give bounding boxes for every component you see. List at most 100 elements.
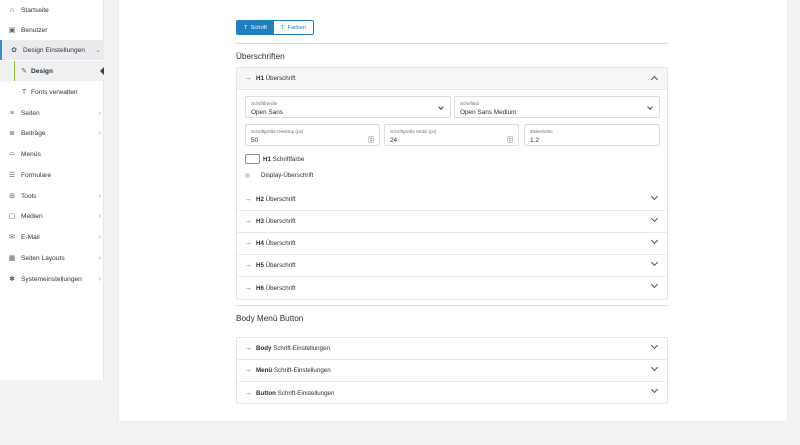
line-height-input[interactable]: Zeilenhöhe 1.2 <box>524 124 660 146</box>
sidebar-item-menues[interactable]: ⌓ Menüs <box>0 144 104 164</box>
layout-icon: ▦ <box>8 255 16 262</box>
font-color-label: H1 Schriftfarbe <box>263 156 305 163</box>
sidebar-item-medien[interactable]: ▢ Medien › <box>0 206 104 226</box>
accordion-header-menu[interactable]: → Menü Schrift-Einstellungen <box>237 360 667 382</box>
gear-icon: ✱ <box>9 276 15 283</box>
sidebar-item-startseite[interactable]: ⌂ Startseite <box>0 0 104 20</box>
accordion-header-h2[interactable]: → H2 Überschrift <box>237 189 667 211</box>
accordion-header-h3[interactable]: → H3 Überschrift <box>237 211 667 233</box>
number-stepper-icon[interactable]: ▴ ▾ <box>507 136 513 143</box>
chevron-down-icon <box>650 363 659 372</box>
sidebar-subitem-design[interactable]: ✎ Design <box>0 61 104 81</box>
tab-label: Schrift <box>250 24 267 31</box>
number-stepper-icon[interactable]: ▴ ▾ <box>368 136 374 143</box>
accordion-header-h4[interactable]: → H4 Überschrift <box>237 233 667 255</box>
arrow-right-icon: → <box>245 262 252 269</box>
sidebar-item-label: Design <box>31 67 53 75</box>
arrow-right-icon: → <box>245 389 252 397</box>
sidebar-item-label: Beiträge <box>21 129 46 137</box>
sidebar-item-seiten-layouts[interactable]: ▦ Seiten Layouts › <box>0 248 104 268</box>
accordion-header-h5[interactable]: → H5 Überschrift <box>237 255 667 277</box>
tab-schrift[interactable]: T Schrift <box>237 21 274 34</box>
form-icon: ☰ <box>8 172 16 179</box>
accordion-label: H1 Überschrift <box>256 75 296 82</box>
pages-icon: ≡ <box>9 109 15 117</box>
accordion-header-button[interactable]: → Button Schrift-Einstellungen <box>237 382 667 404</box>
sidebar-item-tools[interactable]: ⊞ Tools › <box>0 186 104 206</box>
chevron-down-icon <box>438 104 444 110</box>
brush-icon: ✎ <box>21 68 27 75</box>
font-size-mobile-input[interactable]: Schriftgröße Mobil (px) 24 ▴ ▾ <box>384 124 519 146</box>
active-caret-icon <box>100 67 104 75</box>
body-accordion: → Body Schrift-Einstellungen → Menü Schr… <box>236 337 668 404</box>
sidebar-item-benutzer[interactable]: ▣ Benutzer <box>0 20 104 40</box>
chevron-right-icon: › <box>98 233 101 241</box>
sidebar: ⌂ Startseite ▣ Benutzer ✿ Design Einstel… <box>0 0 104 380</box>
tab-label: Farben <box>287 24 306 31</box>
accordion-header-body[interactable]: → Body Schrift-Einstellungen <box>237 338 667 360</box>
menu-icon: ⌓ <box>9 150 15 157</box>
section-title-headings: Überschriften <box>236 52 285 61</box>
arrow-right-icon: → <box>245 345 252 352</box>
accordion-label: H6 Überschrift <box>256 284 296 292</box>
field-value: 50 <box>251 137 259 144</box>
chevron-down-icon <box>650 214 659 223</box>
font-color-swatch[interactable] <box>245 154 260 164</box>
accordion-header-h1[interactable]: → H1 Überschrift <box>237 68 667 90</box>
field-value: 1.2 <box>530 137 539 144</box>
accordion-label: H5 Überschrift <box>256 262 296 269</box>
sidebar-item-seiten[interactable]: ≡ Seiten › <box>0 103 104 123</box>
font-family-select[interactable]: Schriftfamilie Open Sans <box>245 96 451 118</box>
section-title-body-menu-button: Body Menü Button <box>236 314 304 323</box>
accordion-label: H2 Überschrift <box>256 196 296 203</box>
sidebar-item-formulare[interactable]: ☰ Formulare <box>0 165 104 185</box>
chevron-right-icon: › <box>98 192 101 200</box>
tab-group: T Schrift T Farben <box>236 20 314 35</box>
font-icon: T <box>244 24 248 31</box>
sidebar-item-beitraege[interactable]: ≣ Beiträge › <box>0 123 104 143</box>
sidebar-item-label: Fonts verwalten <box>31 88 78 96</box>
accordion-label: Button Schrift-Einstellungen <box>256 389 335 397</box>
field-label: Schriftstil <box>460 101 479 106</box>
chevron-down-icon <box>650 385 659 394</box>
palette-icon: ✿ <box>11 47 17 54</box>
sidebar-item-label: E-Mail <box>21 233 40 241</box>
sidebar-subitem-fonts-verwalten[interactable]: T Fonts verwalten <box>0 82 104 102</box>
chevron-up-icon <box>650 75 659 84</box>
chevron-right-icon: › <box>98 254 101 262</box>
accordion-label: H3 Überschrift <box>256 218 296 225</box>
chevron-down-icon <box>650 341 659 350</box>
chevron-down-icon <box>650 236 659 245</box>
home-icon: ⌂ <box>9 6 15 14</box>
chevron-down-icon <box>650 280 659 289</box>
field-label: Zeilenhöhe <box>530 129 553 134</box>
accordion-header-h6[interactable]: → H6 Überschrift <box>237 277 667 299</box>
sidebar-item-email[interactable]: ✉ E-Mail › <box>0 227 104 247</box>
accordion-label: H4 Überschrift <box>256 240 296 247</box>
arrow-right-icon: → <box>245 196 252 203</box>
field-value: Open Sans <box>251 109 283 116</box>
font-size-desktop-input[interactable]: Schriftgröße Desktop (px) 50 ▴ ▾ <box>245 124 380 146</box>
sidebar-item-label: Medien <box>21 212 43 220</box>
sidebar-item-label: Design Einstellungen <box>23 46 85 54</box>
sidebar-item-design-einstellungen[interactable]: ✿ Design Einstellungen ⌄ <box>0 40 104 60</box>
accordion-label: Body Schrift-Einstellungen <box>256 345 330 352</box>
display-heading-radio[interactable] <box>245 173 250 178</box>
arrow-right-icon: → <box>245 218 252 225</box>
sidebar-item-systemeinstellungen[interactable]: ✱ Systemeinstellungen › <box>0 269 104 289</box>
tools-icon: ⊞ <box>9 193 15 200</box>
chevron-right-icon: › <box>98 212 101 220</box>
font-style-select[interactable]: Schriftstil Open Sans Medium <box>454 96 660 118</box>
font-icon: T <box>21 88 27 96</box>
user-card-icon: ▣ <box>8 27 16 34</box>
arrow-right-icon: → <box>245 367 252 374</box>
tab-farben[interactable]: T Farben <box>273 21 313 34</box>
divider <box>236 43 668 44</box>
sidebar-item-label: Tools <box>21 192 37 200</box>
sidebar-item-label: Systemeinstellungen <box>21 275 82 283</box>
divider <box>236 305 668 306</box>
sidebar-item-label: Benutzer <box>21 26 48 34</box>
sidebar-item-label: Seiten Layouts <box>21 254 65 262</box>
arrow-right-icon: → <box>245 75 252 82</box>
sidebar-item-label: Seiten <box>21 109 40 117</box>
